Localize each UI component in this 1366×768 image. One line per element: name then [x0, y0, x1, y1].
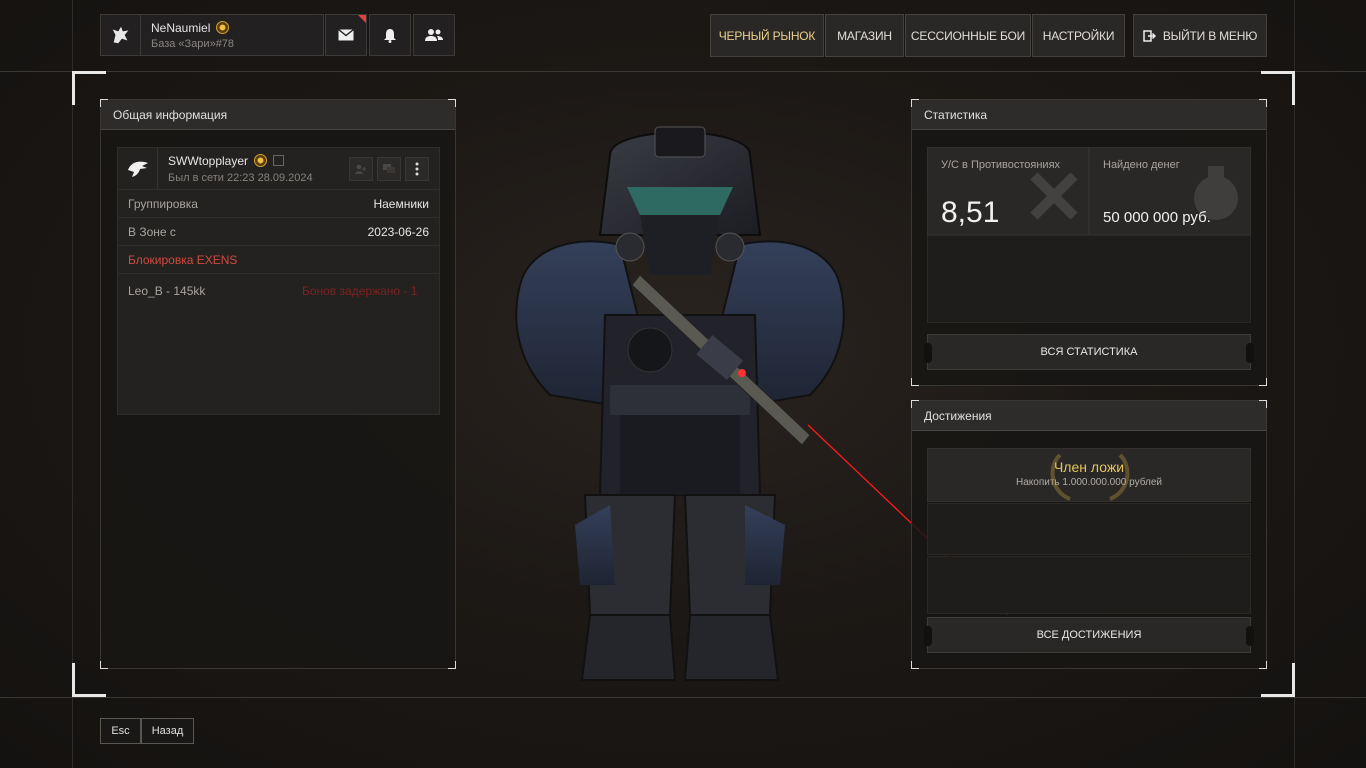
esc-key-hint[interactable]: Esc [100, 718, 141, 744]
add-friend-button[interactable] [349, 156, 373, 181]
character-model [515, 126, 845, 681]
eagle-logo-icon [118, 148, 158, 189]
nav-session-battles[interactable]: СЕССИОННЫЕ БОИ [905, 14, 1031, 57]
statistics-panel: Статистика У/С в Противостояниях 8,51 На… [911, 99, 1267, 386]
nav-settings[interactable]: НАСТРОЙКИ [1032, 14, 1125, 57]
last-seen: Был в сети 22:23 28.09.2024 [168, 171, 313, 184]
rank-badge-icon [216, 21, 230, 34]
note-row: Leo_B - 145kk Бонов задержано - 1 [118, 274, 439, 308]
message-button[interactable] [377, 156, 401, 181]
bell-icon [384, 28, 396, 43]
ban-row: Блокировка EXENS [118, 246, 439, 274]
nav-black-market[interactable]: ЧЕРНЫЙ РЫНОК [710, 14, 824, 57]
more-options-button[interactable] [405, 156, 429, 181]
achievement-empty-row-2 [927, 556, 1251, 614]
rank-badge-icon [254, 154, 268, 167]
mail-unread-flag [358, 15, 366, 23]
mail-button[interactable] [325, 14, 367, 56]
exit-to-menu-button[interactable]: ВЫЙТИ В МЕНЮ [1133, 14, 1267, 57]
money-label: Найдено денег [1103, 159, 1180, 171]
notifications-button[interactable] [369, 14, 411, 56]
player-name: NeNaumiel [151, 20, 211, 35]
faction-row: Группировка Наемники [118, 190, 439, 218]
achievement-empty-row-1 [927, 503, 1251, 555]
exit-icon [1143, 29, 1156, 42]
kd-value: 8,51 [941, 196, 1000, 229]
crossed-icon [1030, 172, 1078, 220]
faction-label: Группировка [128, 196, 198, 211]
back-button[interactable]: Назад [141, 718, 194, 744]
all-achievements-label: ВСЕ ДОСТИЖЕНИЯ [1036, 629, 1142, 641]
kd-label: У/С в Противостояниях [941, 159, 1061, 171]
all-achievements-button[interactable]: ВСЕ ДОСТИЖЕНИЯ [924, 617, 1254, 653]
add-friend-icon [355, 164, 366, 174]
profile-card: SWWtopplayer Был в сети 22:23 28.09.2024 [117, 147, 440, 415]
stats-empty-row [927, 235, 1251, 323]
achievements-panel: Достижения Член ложи Накопить 1.000.000.… [911, 400, 1267, 669]
profile-name: SWWtopplayer [168, 153, 249, 168]
faction-logo-icon [101, 15, 141, 55]
copy-icon[interactable] [273, 155, 285, 166]
ban-status: Блокировка EXENS [128, 252, 238, 267]
general-info-panel: Общая информация SWWtopplayer Был в сети… [100, 99, 456, 669]
friends-button[interactable] [413, 14, 455, 56]
note-text: Leo_B - 145kk [128, 284, 206, 298]
zone-since-value: 2023-06-26 [367, 224, 429, 239]
money-stat-card: Найдено денег 50 000 000 руб. [1089, 147, 1251, 235]
achievement-item[interactable]: Член ложи Накопить 1.000.000.000 рублей [927, 448, 1251, 502]
more-vertical-icon [415, 162, 419, 175]
player-profile[interactable]: NeNaumiel База «Зари»#78 [100, 14, 324, 56]
chat-icon [383, 163, 395, 173]
all-stats-label: ВСЯ СТАТИСТИКА [1040, 346, 1138, 358]
detention-text: Бонов задержано - 1 [302, 284, 418, 298]
friends-icon [425, 29, 443, 41]
statistics-title: Статистика [912, 100, 1266, 130]
zone-since-label: В Зоне с [128, 224, 176, 239]
exit-label: ВЫЙТИ В МЕНЮ [1162, 28, 1258, 43]
achievements-title: Достижения [912, 401, 1266, 431]
player-base: База «Зари»#78 [151, 37, 235, 50]
zone-since-row: В Зоне с 2023-06-26 [118, 218, 439, 246]
mail-icon [338, 29, 354, 41]
general-info-title: Общая информация [101, 100, 455, 130]
faction-value: Наемники [373, 196, 429, 211]
money-value: 50 000 000 руб. [1103, 209, 1211, 226]
kd-stat-card: У/С в Противостояниях 8,51 [927, 147, 1089, 235]
all-stats-button[interactable]: ВСЯ СТАТИСТИКА [924, 334, 1254, 370]
nav-shop[interactable]: МАГАЗИН [825, 14, 904, 57]
laurel-icon [1050, 453, 1130, 501]
